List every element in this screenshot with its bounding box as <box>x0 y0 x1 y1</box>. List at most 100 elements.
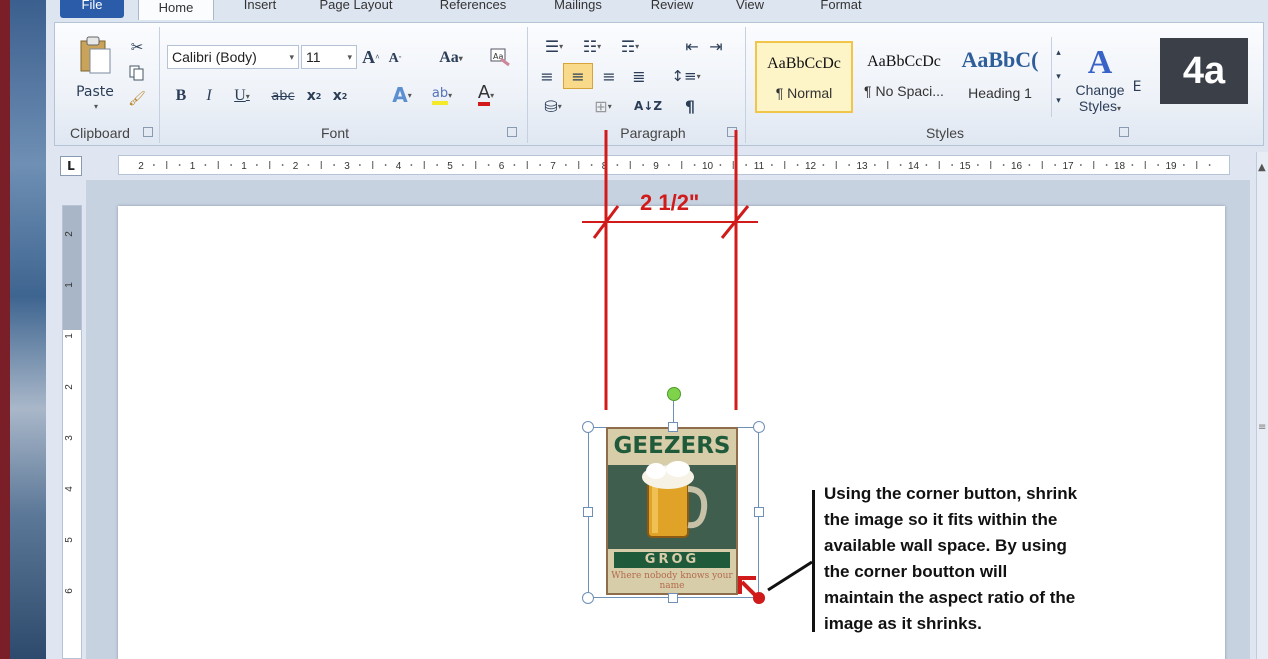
resize-handle-bottom-left[interactable] <box>582 592 594 604</box>
font-family-value: Calibri (Body) <box>172 49 257 65</box>
subscript-icon[interactable]: x2 <box>303 85 325 107</box>
style-normal[interactable]: AaBbCcDc ¶ Normal <box>755 41 853 113</box>
bullets-icon[interactable]: ☰ ▾ <box>537 35 571 57</box>
ruler-tick <box>848 164 851 166</box>
tab-page-layout[interactable]: Page Layout <box>308 0 404 18</box>
tab-mailings[interactable]: Mailings <box>544 0 612 18</box>
tab-review[interactable]: Review <box>642 0 702 18</box>
style-no-spacing[interactable]: AaBbCcDc ¶ No Spaci... <box>855 41 953 113</box>
paragraph-group-label: Paragraph <box>620 125 686 141</box>
horizontal-ruler[interactable]: 2 1 1 2 3 4 5 6 7 8 9 10 11 12 13 14 15 16 17 18 19 <box>118 155 1230 175</box>
ruler-tick <box>899 164 902 166</box>
vertical-ruler[interactable]: 2 1 1 2 3 4 5 6 <box>62 205 82 659</box>
underline-icon[interactable]: U ▾ <box>227 85 257 107</box>
align-right-icon[interactable]: ≡ <box>597 65 621 87</box>
shrink-font-icon[interactable]: Aˇ <box>385 49 405 69</box>
text-effects-icon[interactable]: A ▾ <box>385 83 419 107</box>
tab-insert[interactable]: Insert <box>230 0 290 18</box>
styles-launcher-icon[interactable] <box>1119 127 1129 137</box>
vertical-scrollbar[interactable]: ▲ ≡ <box>1256 152 1268 659</box>
ruler-tick <box>513 164 516 166</box>
scroll-up-icon[interactable]: ▲ <box>1258 162 1266 173</box>
styles-scroll[interactable]: ▴ ▾ ▾ <box>1051 37 1065 117</box>
ruler-tick <box>358 164 361 166</box>
font-size-select[interactable]: 11 ▾ <box>301 45 357 69</box>
strikethrough-icon[interactable]: abc <box>269 85 297 107</box>
resize-handle-right[interactable] <box>754 507 764 517</box>
tab-home[interactable]: Home <box>138 0 214 20</box>
clipboard-launcher-icon[interactable] <box>143 127 153 137</box>
paste-button[interactable] <box>77 33 113 77</box>
font-launcher-icon[interactable] <box>507 127 517 137</box>
increase-indent-icon[interactable]: ⇥ <box>705 35 727 57</box>
ruler-tick <box>667 164 670 166</box>
borders-icon[interactable]: ⊞ ▾ <box>583 95 623 117</box>
ruler-tick <box>616 164 619 166</box>
resize-handle-top[interactable] <box>668 422 678 432</box>
justify-icon[interactable]: ≣ <box>627 65 651 87</box>
change-case-label: Aa <box>439 49 459 66</box>
ruler-number: 13 <box>856 161 868 172</box>
ruler-tick <box>1054 164 1057 166</box>
tab-references[interactable]: References <box>428 0 518 18</box>
ruler-tick <box>822 164 825 166</box>
scroll-grip-icon: ≡ <box>1258 422 1267 433</box>
style-name: ¶ No Spaci... <box>864 83 944 99</box>
rotate-handle[interactable] <box>667 387 681 401</box>
show-formatting-icon[interactable]: ¶ <box>679 95 701 117</box>
bold-icon[interactable]: B <box>171 85 191 107</box>
ruler-tick <box>925 164 928 166</box>
numbering-icon[interactable]: ☷ ▾ <box>575 35 609 57</box>
ruler-tick <box>1208 164 1211 166</box>
resize-handle-bottom[interactable] <box>668 593 678 603</box>
tab-selector[interactable]: L <box>60 156 82 176</box>
ruler-tick <box>461 164 464 166</box>
clear-formatting-icon[interactable]: Aa <box>487 45 513 69</box>
decrease-indent-icon[interactable]: ⇤ <box>681 35 703 57</box>
editing-button[interactable]: E <box>1131 77 1143 97</box>
resize-handle-top-right[interactable] <box>753 421 765 433</box>
multilevel-list-icon[interactable]: ☶ ▾ <box>613 35 647 57</box>
tab-view[interactable]: View <box>728 0 772 18</box>
ruler-tick <box>1182 164 1185 166</box>
ruler-number: 3 <box>344 161 350 172</box>
highlight-icon[interactable]: ab ▾ <box>425 83 459 107</box>
ruler-tick <box>255 164 258 166</box>
ruler-number: 16 <box>1011 161 1023 172</box>
ruler-number: 2 <box>293 161 299 172</box>
change-styles-button[interactable]: A Change Styles▾ <box>1073 33 1127 125</box>
ruler-tick <box>487 164 490 166</box>
tab-file[interactable]: File <box>60 0 124 18</box>
font-family-select[interactable]: Calibri (Body) ▾ <box>167 45 299 69</box>
ruler-number: 1 <box>64 282 75 288</box>
chevron-down-icon: ▾ <box>289 52 294 62</box>
superscript-icon[interactable]: x2 <box>329 85 351 107</box>
line-spacing-icon[interactable]: ↕≡ ▾ <box>669 65 703 87</box>
tab-format[interactable]: Format <box>810 0 872 18</box>
font-color-icon[interactable]: A ▾ <box>469 83 503 107</box>
paste-dropdown-icon[interactable]: ▾ <box>91 101 101 111</box>
paste-label: Paste <box>76 84 114 100</box>
grow-font-icon[interactable]: A ^ <box>361 47 381 67</box>
sort-icon[interactable]: A↓Z <box>634 95 662 117</box>
copy-icon[interactable] <box>127 63 147 83</box>
resize-handle-top-left[interactable] <box>582 421 594 433</box>
change-case-button[interactable]: Aa ▾ <box>431 47 471 69</box>
grog-poster-image[interactable]: GEEZERS GROG Where nobody knows your nam… <box>606 427 738 595</box>
align-center-icon[interactable]: ≡ <box>563 63 593 89</box>
ruler-tick <box>719 164 722 166</box>
paragraph-launcher-icon[interactable] <box>727 127 737 137</box>
resize-handle-left[interactable] <box>583 507 593 517</box>
styles-group-label: Styles <box>925 125 965 141</box>
format-painter-icon[interactable]: 🖌 <box>127 89 147 109</box>
ruler-number: 7 <box>550 161 556 172</box>
callout-text: Using the corner button, shrink the imag… <box>824 484 1078 633</box>
resize-handle-bottom-right[interactable] <box>753 592 765 604</box>
ruler-tick <box>873 164 876 166</box>
align-left-icon[interactable]: ≡ <box>535 65 559 87</box>
shading-icon[interactable]: ⛁ ▾ <box>535 95 571 117</box>
ruler-tick <box>333 164 336 166</box>
style-heading-1[interactable]: AaBbC( Heading 1 <box>951 41 1049 113</box>
cut-icon[interactable]: ✂ <box>127 37 147 57</box>
italic-icon[interactable]: I <box>199 85 219 107</box>
